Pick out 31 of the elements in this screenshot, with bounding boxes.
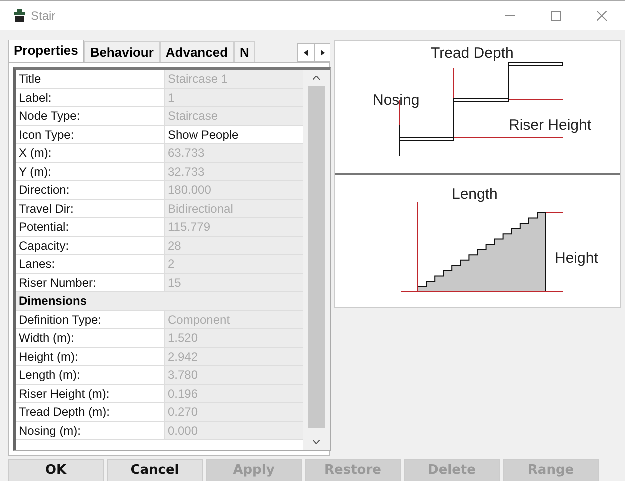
property-value: Staircase bbox=[165, 107, 303, 124]
riser-height-label: Riser Height bbox=[509, 117, 592, 134]
property-value: 63.733 bbox=[165, 144, 303, 162]
length-label: Length bbox=[452, 186, 498, 203]
dialog-button[interactable]: Cancel bbox=[107, 459, 203, 481]
tab[interactable]: Properties bbox=[8, 40, 84, 62]
property-value: Component bbox=[165, 310, 303, 328]
property-value: 115.779 bbox=[165, 218, 303, 236]
property-value: 28 bbox=[165, 236, 303, 254]
dialog-button[interactable]: OK bbox=[8, 459, 104, 481]
property-value: 0.000 bbox=[165, 422, 303, 439]
height-label: Height bbox=[555, 250, 598, 267]
window-title: Stair bbox=[31, 8, 57, 22]
property-value: 3.780 bbox=[165, 366, 303, 384]
property-value: 0.196 bbox=[165, 384, 303, 402]
property-value: 1 bbox=[165, 88, 303, 106]
property-value: 180.000 bbox=[165, 181, 303, 198]
property-value: 0.270 bbox=[165, 403, 303, 420]
nosing-label: Nosing bbox=[373, 92, 420, 109]
property-value: Staircase 1 bbox=[165, 70, 303, 88]
property-value: 15 bbox=[165, 274, 303, 291]
tread-depth-label: Tread Depth bbox=[431, 45, 514, 62]
property-value: 2 bbox=[165, 255, 303, 272]
tab[interactable]: Behaviour bbox=[84, 41, 160, 62]
section-header: Dimensions bbox=[16, 292, 303, 310]
property-value: Bidirectional bbox=[165, 200, 303, 217]
tab[interactable]: N bbox=[234, 41, 256, 62]
property-value: 1.520 bbox=[165, 329, 303, 346]
property-value: 32.733 bbox=[165, 162, 303, 180]
property-value: 2.942 bbox=[165, 348, 303, 365]
tab[interactable]: Advanced bbox=[160, 41, 234, 62]
